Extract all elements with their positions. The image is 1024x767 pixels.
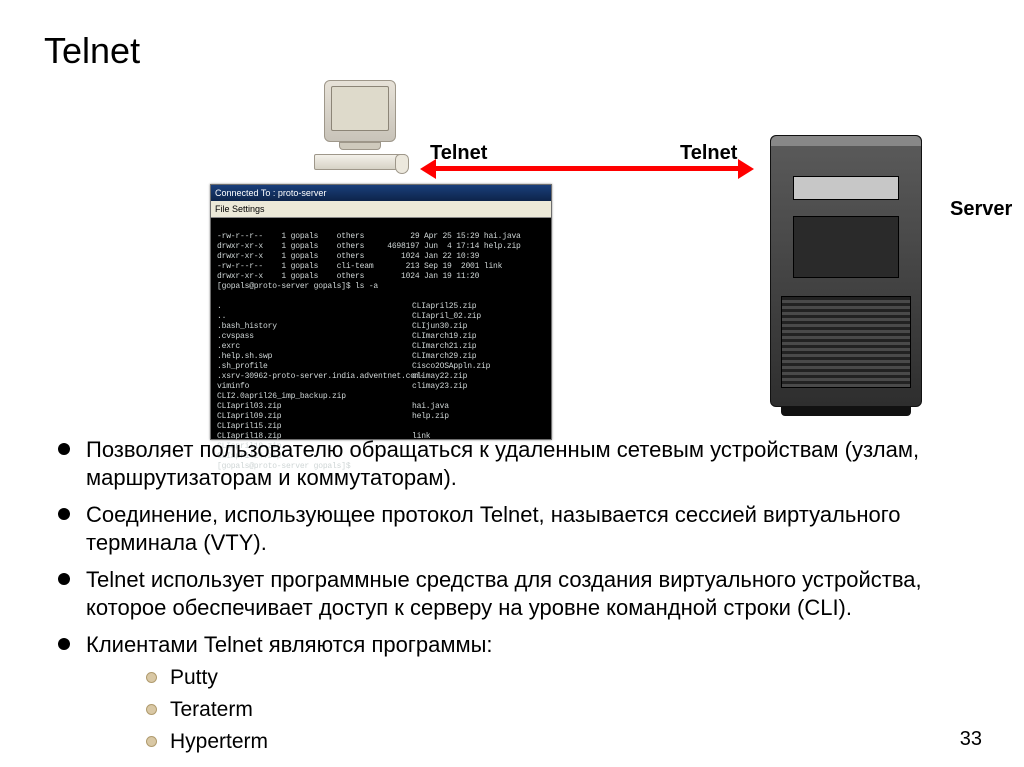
client-computer bbox=[290, 80, 430, 170]
diagram-area: Telnet Telnet Server Connected To : prot… bbox=[120, 80, 1020, 430]
label-telnet-left: Telnet bbox=[430, 142, 487, 165]
label-server: Server bbox=[950, 198, 1012, 221]
terminal-menu: File Settings bbox=[211, 201, 551, 218]
mouse-icon bbox=[395, 154, 409, 174]
terminal-col-right: CLIapril25.zip CLIapril_02.zip CLIjun30.… bbox=[412, 302, 532, 442]
bullet-content: Позволяет пользователю обращаться к удал… bbox=[40, 436, 984, 755]
bullet-item: Позволяет пользователю обращаться к удал… bbox=[40, 436, 984, 491]
terminal-window: Connected To : proto-server File Setting… bbox=[210, 184, 552, 440]
bullet-text: Клиентами Telnet являются программы: bbox=[86, 632, 493, 657]
label-telnet-right: Telnet bbox=[680, 142, 737, 165]
page-number: 33 bbox=[960, 728, 982, 751]
double-arrow bbox=[434, 166, 740, 171]
sub-bullet-item: Teraterm bbox=[86, 697, 984, 723]
sub-bullet-item: Putty bbox=[86, 665, 984, 691]
bullet-item: Клиентами Telnet являются программы: Put… bbox=[40, 631, 984, 755]
terminal-listing: -rw-r--r-- 1 gopals others 29 Apr 25 15:… bbox=[217, 232, 521, 291]
bullet-item: Telnet использует программные средства д… bbox=[40, 566, 984, 621]
server-tower bbox=[770, 135, 922, 407]
terminal-title: Connected To : proto-server bbox=[211, 185, 551, 201]
page-title: Telnet bbox=[44, 30, 984, 72]
bullet-item: Соединение, использующее протокол Telnet… bbox=[40, 501, 984, 556]
sub-bullet-item: Hyperterm bbox=[86, 729, 984, 755]
